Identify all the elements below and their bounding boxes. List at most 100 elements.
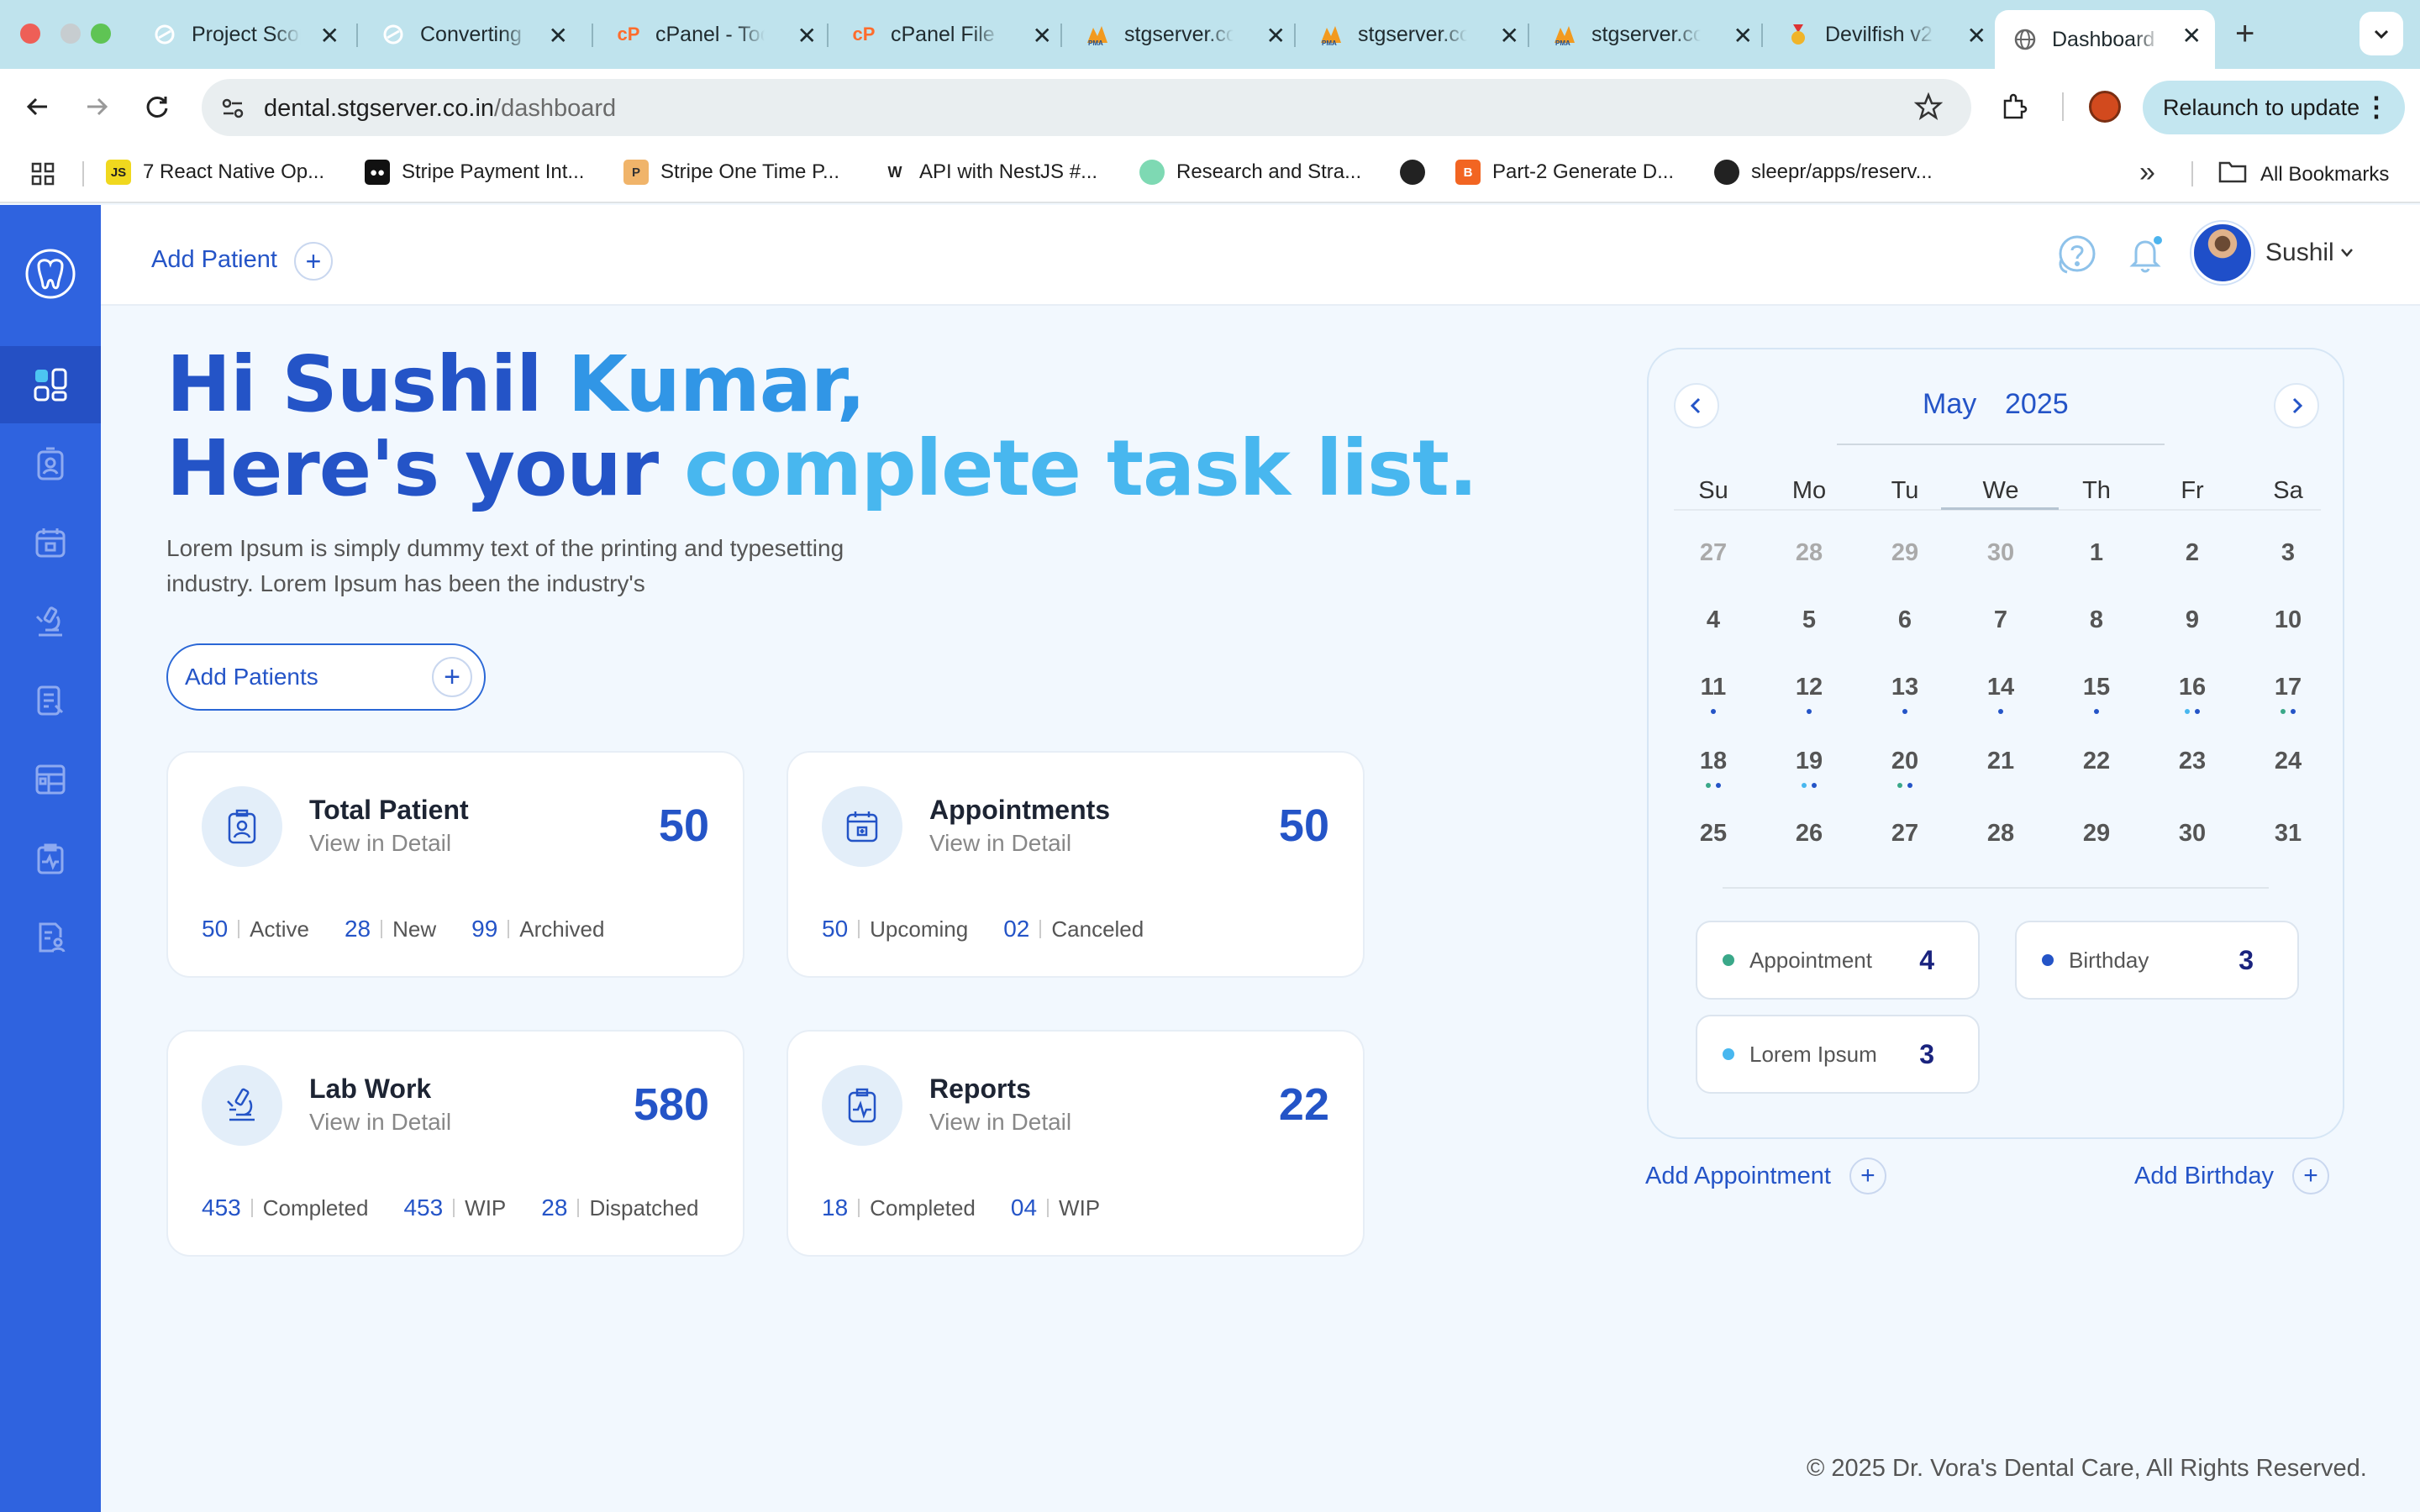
calendar-day[interactable]: 5: [1761, 606, 1857, 634]
calendar-day[interactable]: 26: [1761, 820, 1857, 848]
total-patient-card[interactable]: Total Patient View in Detail 50 50 Active…: [166, 751, 744, 978]
relaunch-to-update-button[interactable]: Relaunch to update ⋮: [2143, 81, 2405, 134]
bookmark-item[interactable]: JS 7 React Native Op...: [106, 160, 324, 185]
back-arrow-icon[interactable]: [18, 87, 57, 126]
more-vertical-icon[interactable]: ⋮: [2363, 91, 2390, 123]
view-in-detail-link[interactable]: View in Detail: [929, 1109, 1071, 1136]
calendar-day[interactable]: 3: [2240, 539, 2336, 567]
bookmark-item[interactable]: Research and Stra...: [1139, 160, 1361, 185]
calendar-day[interactable]: 10: [2240, 606, 2336, 634]
document-icon[interactable]: [29, 679, 72, 722]
calendar-day[interactable]: 23: [2144, 748, 2240, 775]
calendar-day[interactable]: 15: [2049, 674, 2144, 701]
calendar-day[interactable]: 2: [2144, 539, 2240, 567]
plus-icon[interactable]: +: [1849, 1158, 1886, 1194]
calendar-day[interactable]: 19: [1761, 748, 1857, 775]
add-patient-button[interactable]: Add Patient +: [151, 239, 333, 281]
tab-close-icon[interactable]: ✕: [2182, 22, 2202, 50]
browser-tab[interactable]: cP cPanel File Manager ✕: [834, 10, 1065, 59]
add-birthday-button[interactable]: Add Birthday +: [2134, 1158, 2330, 1194]
tab-close-icon[interactable]: ✕: [1033, 22, 1052, 50]
add-appointment-button[interactable]: Add Appointment +: [1645, 1158, 1886, 1194]
tooth-logo-icon[interactable]: [24, 247, 77, 301]
browser-tab-active[interactable]: Dashboard ✕: [1995, 10, 2215, 69]
appointments-card[interactable]: Appointments View in Detail 50 50 Upcomin…: [786, 751, 1365, 978]
browser-tab[interactable]: cP cPanel - Tools ✕: [598, 10, 830, 59]
tab-close-icon[interactable]: ✕: [1733, 22, 1753, 50]
calendar-day[interactable]: 30: [1953, 539, 2049, 567]
calendar-day[interactable]: 25: [1665, 820, 1761, 848]
view-in-detail-link[interactable]: View in Detail: [309, 1109, 451, 1136]
browser-tab[interactable]: PMA stgserver.co.in ✕: [1301, 10, 1533, 59]
user-avatar[interactable]: [2191, 222, 2254, 284]
patient-badge-icon[interactable]: [29, 442, 72, 486]
reports-card[interactable]: Reports View in Detail 22 18 Completed 04…: [786, 1030, 1365, 1257]
tab-close-icon[interactable]: ✕: [1266, 22, 1286, 50]
calendar-day[interactable]: 29: [2049, 820, 2144, 848]
tab-close-icon[interactable]: ✕: [320, 22, 339, 50]
bookmark-item[interactable]: ●● Stripe Payment Int...: [365, 160, 584, 185]
browser-tab[interactable]: PMA stgserver.co.in ✕: [1067, 10, 1299, 59]
calendar-day[interactable]: 12: [1761, 674, 1857, 701]
microscope-icon[interactable]: [29, 600, 72, 643]
more-bookmarks-chevron-icon[interactable]: »: [2139, 156, 2155, 189]
window-close-control[interactable]: [20, 24, 40, 44]
apps-grid-icon[interactable]: [30, 161, 55, 191]
calendar-day[interactable]: 27: [1857, 820, 1953, 848]
window-minimize-control[interactable]: [60, 24, 81, 44]
browser-tab[interactable]: Converting ✕: [363, 10, 581, 59]
calendar-day[interactable]: 8: [2049, 606, 2144, 634]
user-name[interactable]: Sushil: [2265, 239, 2334, 267]
calendar-day[interactable]: 16: [2144, 674, 2240, 701]
bookmark-item[interactable]: P Stripe One Time P...: [623, 160, 839, 185]
window-maximize-control[interactable]: [91, 24, 111, 44]
browser-tab[interactable]: Project Scope ✕: [134, 10, 353, 59]
browser-tab[interactable]: Devilfish v2 ✕: [1768, 10, 2000, 59]
tab-close-icon[interactable]: ✕: [1967, 22, 1986, 50]
next-month-button[interactable]: [2274, 383, 2319, 428]
notification-bell-icon[interactable]: [2124, 232, 2168, 280]
address-bar[interactable]: dental.stgserver.co.in/dashboard: [202, 79, 1971, 136]
calendar-day[interactable]: 20: [1857, 748, 1953, 775]
bookmark-item[interactable]: B Part-2 Generate D...: [1455, 160, 1674, 185]
calendar-day[interactable]: 21: [1953, 748, 2049, 775]
site-settings-icon[interactable]: [220, 96, 245, 125]
forward-arrow-icon[interactable]: [77, 87, 116, 126]
calendar-day[interactable]: 1: [2049, 539, 2144, 567]
calendar-year[interactable]: 2025: [2005, 388, 2069, 421]
plus-icon[interactable]: +: [293, 242, 333, 281]
tab-close-icon[interactable]: ✕: [797, 22, 817, 50]
calendar-day[interactable]: 27: [1665, 539, 1761, 567]
reload-icon[interactable]: [138, 87, 176, 126]
calendar-day[interactable]: 7: [1953, 606, 2049, 634]
new-tab-plus-icon[interactable]: +: [2235, 15, 2254, 53]
table-icon[interactable]: [29, 758, 72, 801]
view-in-detail-link[interactable]: View in Detail: [929, 830, 1071, 857]
chevron-down-icon[interactable]: [2339, 247, 2354, 263]
calendar-day[interactable]: 31: [2240, 820, 2336, 848]
calendar-day[interactable]: 11: [1665, 674, 1761, 701]
prev-month-button[interactable]: [1674, 383, 1719, 428]
calendar-day[interactable]: 17: [2240, 674, 2336, 701]
bookmark-item[interactable]: [1400, 160, 1437, 185]
browser-tab[interactable]: PMA stgserver.co.in ✕: [1534, 10, 1766, 59]
calendar-day[interactable]: 28: [1761, 539, 1857, 567]
calendar-day[interactable]: 24: [2240, 748, 2336, 775]
calendar-day[interactable]: 28: [1953, 820, 2049, 848]
calendar-day[interactable]: 9: [2144, 606, 2240, 634]
add-patients-button[interactable]: Add Patients +: [166, 643, 486, 711]
bookmark-item[interactable]: W API with NestJS #...: [882, 160, 1098, 185]
calendar-month[interactable]: May: [1923, 388, 1976, 421]
tab-search-chevron-icon[interactable]: [2360, 12, 2403, 55]
calendar-day[interactable]: 18: [1665, 748, 1761, 775]
calendar-day[interactable]: 30: [2144, 820, 2240, 848]
bookmark-star-icon[interactable]: [1913, 92, 1944, 125]
tab-close-icon[interactable]: ✕: [549, 22, 568, 50]
plus-icon[interactable]: +: [432, 657, 472, 697]
calendar-day[interactable]: 4: [1665, 606, 1761, 634]
calendar-day[interactable]: 22: [2049, 748, 2144, 775]
profile-avatar-icon[interactable]: [2089, 91, 2121, 123]
help-chat-icon[interactable]: [2050, 230, 2099, 283]
report-user-icon[interactable]: [29, 916, 72, 959]
view-in-detail-link[interactable]: View in Detail: [309, 830, 451, 857]
